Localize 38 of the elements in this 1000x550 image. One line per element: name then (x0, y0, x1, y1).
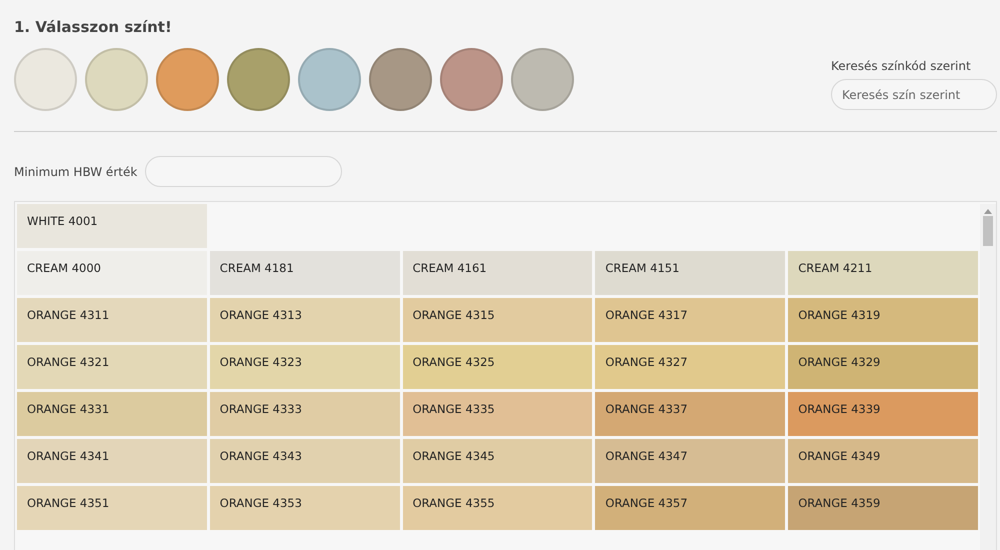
color-tile[interactable]: ORANGE 4333 (210, 392, 400, 436)
color-tile[interactable]: ORANGE 4325 (402, 345, 592, 389)
color-tile[interactable]: ORANGE 4329 (788, 345, 978, 389)
color-tile[interactable]: CREAM 4151 (595, 251, 786, 295)
input-field[interactable] (145, 156, 342, 187)
color-tile[interactable]: ORANGE 4351 (17, 486, 207, 530)
color-tile[interactable]: CREAM 4181 (210, 251, 400, 295)
color-tile[interactable]: ORANGE 4335 (402, 392, 592, 436)
color-tile[interactable]: ORANGE 4339 (788, 392, 978, 436)
color-tile[interactable]: ORANGE 4355 (402, 486, 592, 530)
color-tile[interactable]: ORANGE 4337 (595, 392, 786, 436)
color-tile[interactable]: ORANGE 4321 (17, 345, 207, 389)
color-tile[interactable]: ORANGE 4345 (402, 439, 592, 483)
scrollbar-thumb[interactable] (983, 216, 993, 246)
scroll-up-icon[interactable] (984, 208, 992, 214)
heading: 1. Válasszon színt! (14, 18, 173, 36)
color-tile[interactable]: ORANGE 4357 (595, 486, 786, 530)
color-tile[interactable]: ORANGE 4317 (595, 298, 786, 342)
color-tile[interactable]: CREAM 4000 (17, 251, 207, 295)
field-label: Keresés színkód szerint (831, 58, 972, 75)
color-tile[interactable]: ORANGE 4313 (210, 298, 400, 342)
color-tile[interactable]: ORANGE 4323 (210, 345, 400, 389)
color-tile[interactable]: ORANGE 4311 (17, 298, 207, 342)
color-tile[interactable]: ORANGE 4341 (17, 439, 207, 483)
color-tile[interactable]: CREAM 4211 (788, 251, 978, 295)
color-tile[interactable]: ORANGE 4359 (788, 486, 978, 530)
color-tile[interactable]: ORANGE 4343 (210, 439, 400, 483)
color-tile[interactable]: ORANGE 4349 (788, 439, 978, 483)
color-tile[interactable]: ORANGE 4315 (402, 298, 592, 342)
color-tile[interactable]: ORANGE 4347 (595, 439, 786, 483)
field-label: Minimum HBW érték (14, 164, 138, 180)
color-tile[interactable]: CREAM 4161 (402, 251, 592, 295)
search-field[interactable]: Keresés szín szerint (831, 79, 997, 110)
color-tile[interactable]: ORANGE 4353 (210, 486, 400, 530)
color-tile[interactable]: ORANGE 4319 (788, 298, 978, 342)
color-tile[interactable]: ORANGE 4327 (595, 345, 786, 389)
color-tile[interactable]: WHITE 4001 (17, 204, 207, 248)
color-tile[interactable]: ORANGE 4331 (17, 392, 207, 436)
